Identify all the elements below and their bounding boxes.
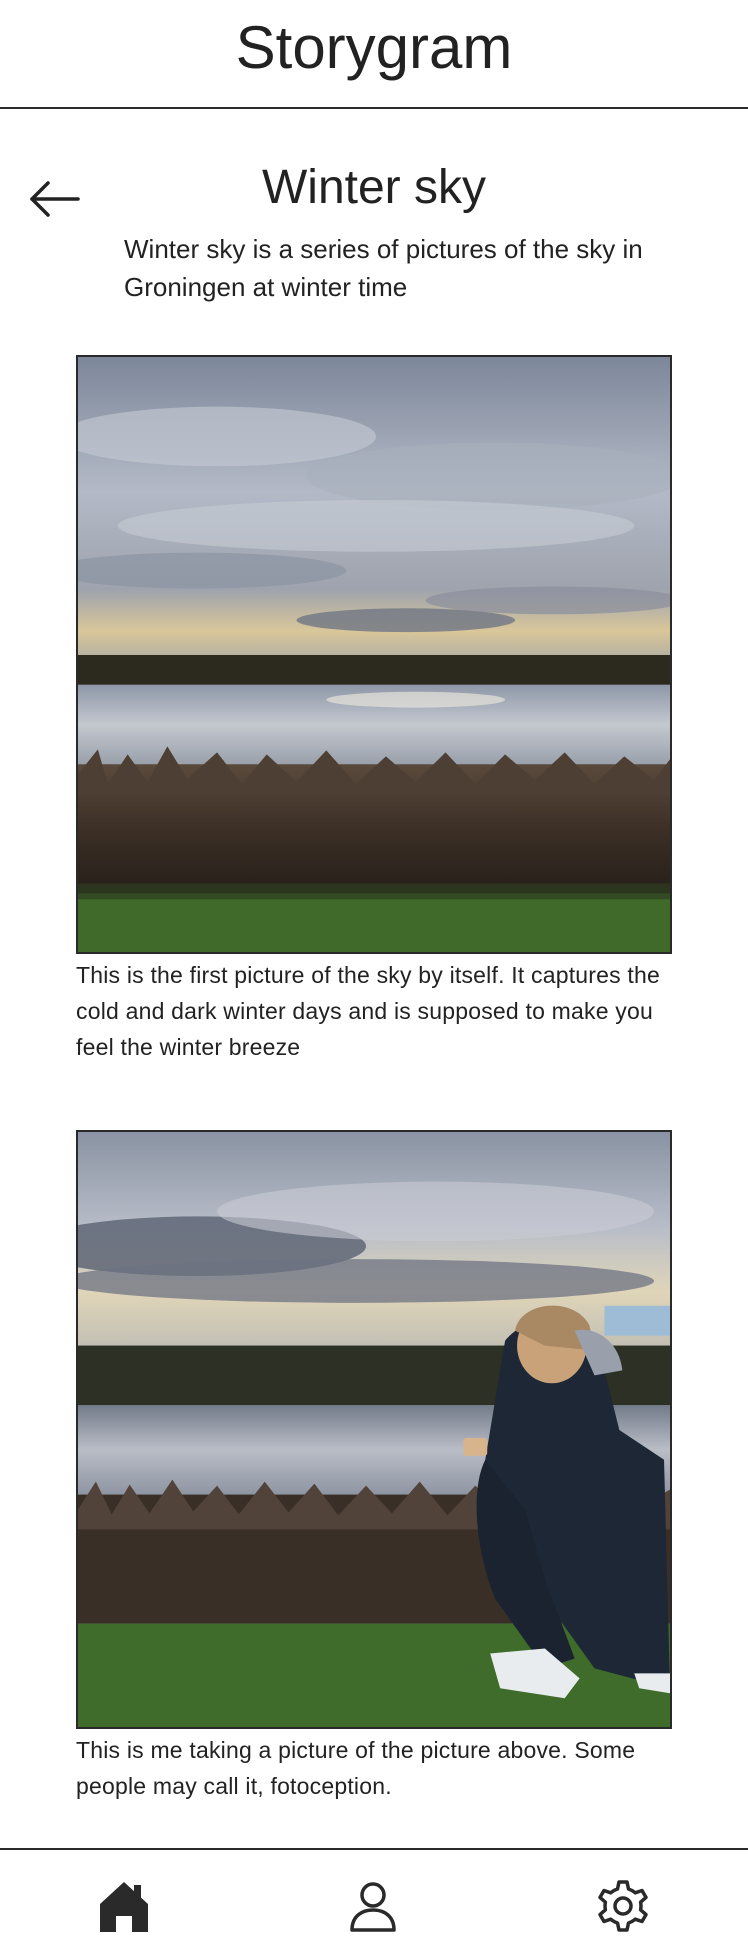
photographer-photo: [78, 1132, 670, 1727]
profile-icon: [350, 1882, 396, 1932]
post-photo-2[interactable]: [76, 1130, 672, 1729]
nav-home[interactable]: [94, 1876, 154, 1936]
post-caption-2: This is me taking a picture of the pictu…: [76, 1737, 636, 1799]
nav-settings[interactable]: [593, 1876, 653, 1936]
post-caption-1: This is the first picture of the sky by …: [76, 962, 660, 1060]
nav-profile[interactable]: [343, 1876, 403, 1936]
post-photo-1[interactable]: [76, 355, 672, 954]
sky-lake-photo: [78, 357, 670, 952]
app-title: Storygram: [235, 14, 513, 81]
settings-icon: [598, 1880, 648, 1932]
story-description: Winter sky is a series of pictures of th…: [124, 234, 643, 302]
app-header: Storygram: [0, 0, 748, 109]
home-icon: [100, 1882, 148, 1932]
story-title: Winter sky: [261, 161, 486, 214]
bottom-nav: [0, 1848, 748, 1960]
